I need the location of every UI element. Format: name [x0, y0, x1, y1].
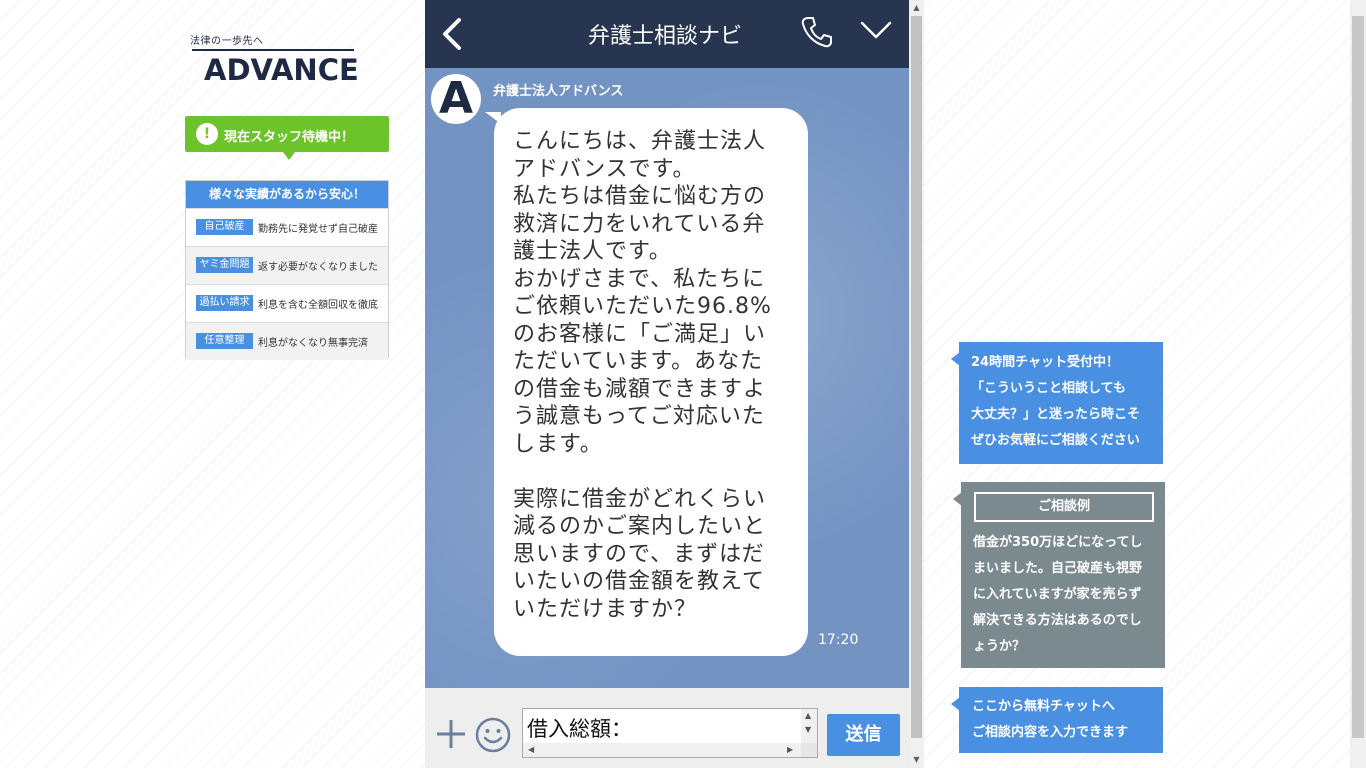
- message-bubble: こんにちは、弁護士法人 アドバンスです。 私たちは借金に悩む方の 救済に力をいれ…: [494, 108, 808, 656]
- input-vertical-scrollbar[interactable]: ▲ ▼: [801, 709, 817, 743]
- chat-scrollbar[interactable]: ▲ ▼: [909, 0, 924, 768]
- records-heading: 様々な実績があるから安心！: [186, 181, 388, 208]
- record-row: ヤミ金問題 返す必要がなくなりました: [186, 246, 388, 284]
- logo-brand: ADVANCE: [204, 53, 359, 87]
- info-example-title: ご相談例: [974, 492, 1154, 522]
- chat-header: 弁護士相談ナビ: [425, 0, 909, 68]
- record-desc: 利息がなくなり無事完済: [258, 338, 368, 349]
- chevron-down-icon[interactable]: [859, 18, 899, 50]
- info-line: 24時間チャット受付中！: [971, 355, 1119, 370]
- info-line: ょうか？: [973, 639, 1026, 654]
- chat-title: 弁護士相談ナビ: [587, 24, 742, 49]
- info-pointer: [953, 492, 962, 506]
- logo-tagline: 法律の一歩先へ: [190, 36, 264, 47]
- info-line: 借金が350万ほどになってし: [973, 535, 1143, 550]
- emoji-icon[interactable]: [475, 717, 511, 753]
- record-row: 過払い請求 利息を含む全額回収を徹底: [186, 284, 388, 322]
- info-box-free-chat-text: ここから無料チャットへ ご相談内容を入力できます: [972, 694, 1162, 746]
- scroll-thumb[interactable]: [911, 16, 922, 738]
- info-box-example-text: 借金が350万ほどになってし まいました。自己破産も視野 に入れていますが家を売…: [973, 530, 1161, 660]
- message-time: 17:20: [818, 632, 859, 648]
- scroll-down-arrow[interactable]: ▼: [909, 752, 924, 768]
- info-box-example: ご相談例 借金が350万ほどになってし まいました。自己破産も視野 に入れていま…: [953, 482, 1165, 668]
- page-scrollbar[interactable]: [1350, 0, 1366, 768]
- scroll-up-arrow[interactable]: ▲: [909, 0, 924, 16]
- input-bar: 借入総額： ▲ ▼ ◀ ▶ 送信: [425, 688, 909, 768]
- record-tag: 任意整理: [196, 333, 253, 349]
- info-line: 大丈夫？」と迷ったら時こそ: [971, 407, 1141, 422]
- info-line: ここから無料チャットへ: [972, 699, 1115, 714]
- message-input[interactable]: 借入総額： ▲ ▼ ◀ ▶: [522, 708, 818, 758]
- info-line: 解決できる方法はあるのでし: [973, 613, 1142, 628]
- staff-status-badge: ! 現在スタッフ待機中！: [185, 116, 389, 160]
- record-desc: 返す必要がなくなりました: [258, 262, 378, 273]
- staff-status-label: 現在スタッフ待機中！: [224, 130, 355, 145]
- logo-rule: [192, 49, 354, 51]
- info-line: に入れていますが家を売らず: [973, 587, 1142, 602]
- sender-name: 弁護士法人アドバンス: [493, 84, 624, 99]
- page-scroll-thumb[interactable]: [1352, 16, 1364, 738]
- record-row: 任意整理 利息がなくなり無事完済: [186, 322, 388, 360]
- sender-avatar: A: [431, 74, 481, 124]
- record-tag: 過払い請求: [196, 295, 253, 311]
- advance-logo: 法律の一歩先へ ADVANCE: [190, 32, 370, 92]
- avatar-letter: A: [438, 74, 474, 124]
- info-box-free-chat: ここから無料チャットへ ご相談内容を入力できます: [951, 687, 1163, 753]
- info-box-24h-text: 24時間チャット受付中！ 「こういうこと相談しても 大丈夫？」と迷ったら時こそ …: [971, 350, 1161, 454]
- info-pointer: [951, 697, 960, 711]
- back-chevron-icon[interactable]: [439, 16, 479, 52]
- exclamation-icon: !: [196, 123, 218, 145]
- send-button[interactable]: 送信: [827, 714, 900, 756]
- info-line: ご相談内容を入力できます: [972, 725, 1129, 740]
- record-tag: 自己破産: [196, 219, 253, 235]
- info-line: ぜひお気軽にご相談ください: [971, 433, 1140, 448]
- message-text: こんにちは、弁護士法人 アドバンスです。 私たちは借金に悩む方の 救済に力をいれ…: [513, 129, 772, 622]
- input-horizontal-scrollbar[interactable]: ◀ ▶: [523, 743, 801, 757]
- message-input-value: 借入総額：: [527, 717, 632, 741]
- chat-window: 弁護士相談ナビ A 弁護士法人アドバンス こんにちは、弁護士法人 アドバンスです…: [425, 0, 909, 768]
- plus-icon[interactable]: [435, 718, 467, 750]
- badge-pointer: [283, 152, 295, 160]
- info-line: 「こういうこと相談しても: [971, 381, 1126, 396]
- info-pointer: [951, 352, 960, 366]
- input-resize-corner: [801, 743, 817, 757]
- info-line: まいました。自己破産も視野: [973, 561, 1143, 576]
- record-desc: 勤務先に発覚せず自己破産: [258, 224, 378, 235]
- record-row: 自己破産 勤務先に発覚せず自己破産: [186, 208, 388, 246]
- phone-icon[interactable]: [799, 14, 839, 54]
- info-box-24h: 24時間チャット受付中！ 「こういうこと相談しても 大丈夫？」と迷ったら時こそ …: [951, 342, 1163, 464]
- record-tag: ヤミ金問題: [196, 257, 253, 273]
- records-panel: 様々な実績があるから安心！ 自己破産 勤務先に発覚せず自己破産 ヤミ金問題 返す…: [185, 180, 389, 360]
- record-desc: 利息を含む全額回収を徹底: [258, 300, 378, 311]
